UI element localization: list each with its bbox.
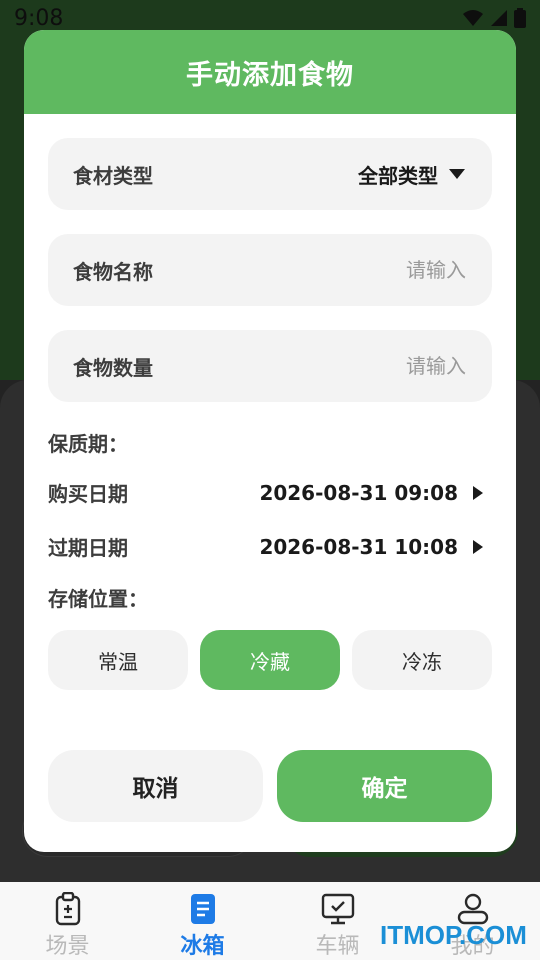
food-quantity-label: 食物数量 — [73, 355, 153, 380]
purchase-date-label: 购买日期 — [48, 482, 128, 506]
food-name-label: 食物名称 — [73, 259, 153, 284]
food-quantity-field[interactable]: 食物数量 — [48, 330, 492, 402]
food-quantity-input[interactable] — [286, 354, 466, 378]
expiry-date-value: 2026-08-31 10:08 — [259, 534, 458, 559]
cancel-button[interactable]: 取消 — [48, 750, 263, 822]
category-value: 全部类型 — [358, 163, 438, 188]
signal-icon — [491, 10, 507, 26]
dialog-header: 手动添加食物 — [24, 30, 516, 114]
storage-option-frozen[interactable]: 冷冻 — [352, 630, 492, 690]
storage-label: 存储位置： — [48, 587, 148, 611]
expiry-date-row[interactable]: 过期日期 2026-08-31 10:08 — [48, 532, 484, 561]
add-food-dialog: 手动添加食物 食材类型 全部类型 食物名称 食物数量 保质期： 购买日期 202… — [24, 30, 516, 852]
confirm-button[interactable]: 确定 — [277, 750, 492, 822]
play-arrow-icon — [473, 539, 483, 554]
expiry-date-label: 过期日期 — [48, 536, 128, 560]
food-name-input[interactable] — [286, 258, 466, 282]
food-name-field[interactable]: 食物名称 — [48, 234, 492, 306]
play-arrow-icon — [473, 485, 483, 500]
dialog-title: 手动添加食物 — [186, 59, 354, 91]
tab-fridge[interactable]: 冰箱 — [135, 882, 270, 960]
purchase-date-value: 2026-08-31 09:08 — [259, 480, 458, 505]
category-label: 食材类型 — [73, 163, 153, 188]
storage-options: 常温 冷藏 冷冻 — [48, 630, 492, 690]
tab-label: 冰箱 — [180, 934, 225, 959]
status-icons — [462, 8, 526, 28]
category-select[interactable]: 食材类型 全部类型 — [48, 138, 492, 210]
purchase-date-row[interactable]: 购买日期 2026-08-31 09:08 — [48, 478, 484, 507]
wifi-icon — [463, 10, 483, 26]
purchase-date-value-wrap[interactable]: 2026-08-31 09:08 — [259, 481, 484, 505]
tab-label: 车辆 — [315, 934, 360, 959]
fridge-icon — [189, 892, 217, 926]
monitor-icon — [321, 892, 355, 926]
caret-down-icon — [449, 169, 465, 179]
storage-option-refrigerated[interactable]: 冷藏 — [200, 630, 340, 690]
expiry-date-value-wrap[interactable]: 2026-08-31 10:08 — [259, 535, 484, 559]
status-time: 9:08 — [14, 5, 64, 31]
category-value-wrap[interactable]: 全部类型 — [358, 160, 466, 189]
tab-scene[interactable]: 场景 — [0, 882, 135, 960]
clipboard-icon — [54, 892, 82, 926]
tab-label: 场景 — [45, 934, 90, 959]
battery-icon — [514, 8, 526, 28]
storage-option-room-temp[interactable]: 常温 — [48, 630, 188, 690]
watermark: ITMOP.COM — [380, 920, 527, 950]
dialog-actions: 取消 确定 — [48, 750, 492, 822]
shelf-life-label: 保质期： — [48, 432, 128, 456]
